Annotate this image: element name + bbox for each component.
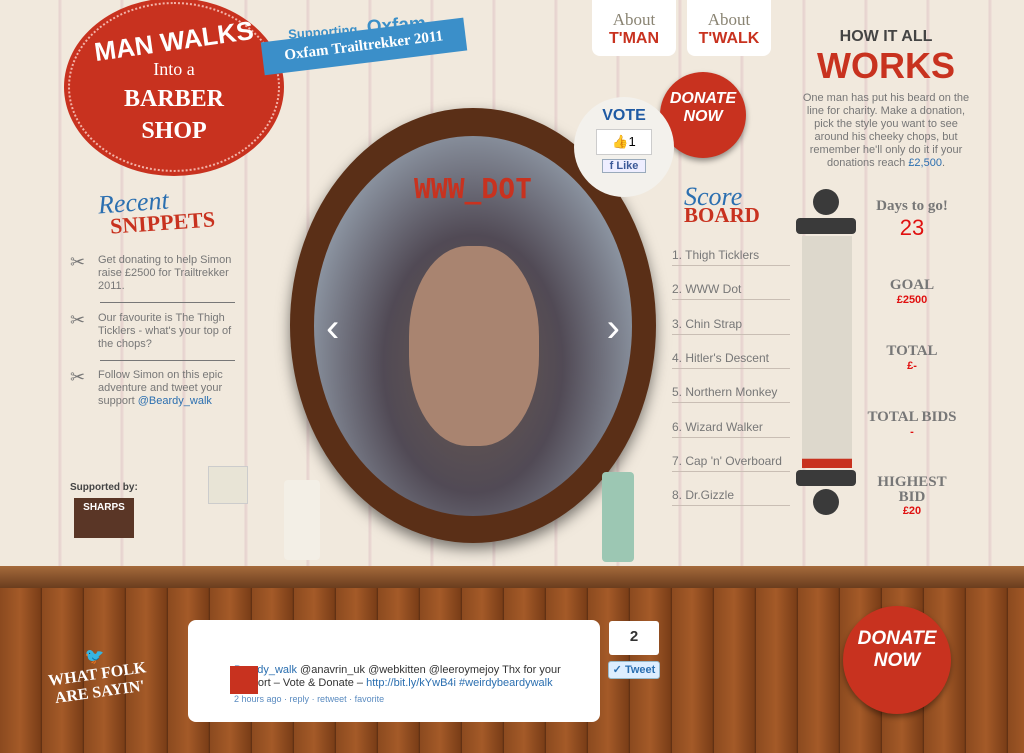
shelf: [0, 566, 1024, 588]
sponsor-logo[interactable]: SHARPS: [74, 498, 134, 538]
tweet-meta: 2 hours ago · reply · retweet · favorite: [234, 694, 385, 704]
barber-pole-progress: [796, 189, 856, 515]
tweet-avatar[interactable]: [230, 666, 258, 694]
how-heading: HOW IT ALL: [839, 28, 933, 45]
snippet-item: ✂ Our favourite is The Thigh Ticklers - w…: [70, 310, 240, 351]
scoreboard-item[interactable]: 4. Hitler's Descent: [672, 351, 790, 369]
pole-fill: [802, 458, 852, 468]
scoreboard-item[interactable]: 2. WWW Dot: [672, 282, 790, 301]
donate-label: DONATE: [669, 90, 737, 107]
nav-label: About: [707, 10, 751, 29]
aftershave-bottle: [602, 472, 634, 562]
nav-about-man[interactable]: About T'MAN: [592, 0, 676, 56]
tweet-count: 2: [609, 621, 659, 655]
donate-label: NOW: [873, 650, 921, 671]
man-portrait: [409, 246, 539, 446]
stat-value: 23: [899, 215, 925, 240]
pole-tube: [802, 236, 852, 468]
pole-bottom-cap: [796, 470, 856, 486]
retweet-link[interactable]: retweet: [317, 694, 347, 704]
next-arrow-icon[interactable]: ›: [607, 306, 620, 351]
nav-label: About: [612, 10, 656, 29]
stat-label: TOTAL: [886, 343, 938, 359]
twitter-handle-link[interactable]: @Beardy_walk: [138, 395, 212, 407]
tweet-body: Beardy_walk @anavrin_uk @webkitten @leer…: [234, 664, 590, 690]
pole-top-knob: [813, 189, 839, 215]
how-heading-bold: WORKS: [817, 45, 955, 86]
nav-about-walk[interactable]: About T'WALK: [687, 0, 771, 56]
logo-line: SHOP: [141, 118, 207, 144]
donate-label: DONATE: [857, 628, 937, 649]
how-it-works: HOW IT ALL WORKS One man has put his bea…: [800, 0, 972, 170]
nav-label: T'WALK: [698, 30, 760, 47]
scissors-icon: ✂: [70, 310, 86, 330]
how-description: One man has put his beard on the line fo…: [800, 92, 972, 170]
site-logo[interactable]: MAN WALKS Into a BARBER SHOP: [68, 2, 280, 172]
thumbs-up-icon: 👍: [612, 134, 629, 149]
stat-total: TOTAL £-: [866, 343, 958, 372]
stat-value: -: [910, 426, 914, 438]
stat-value: £20: [902, 505, 922, 517]
reply-link[interactable]: reply: [290, 694, 310, 704]
snippet-item: ✂ Follow Simon on this epic adventure and…: [70, 367, 240, 408]
stat-goal: GOAL £2500: [866, 277, 958, 306]
stat-label: BID: [898, 489, 926, 505]
tweet-time[interactable]: 2 hours ago: [234, 694, 282, 704]
scoreboard-item[interactable]: 5. Northern Monkey: [672, 385, 790, 404]
tweet-button-label: Tweet: [624, 664, 656, 676]
stat-label: Days to go!: [876, 198, 948, 214]
tweet-card: Beardy_walk @anavrin_uk @webkitten @leer…: [188, 620, 600, 722]
stat-label: TOTAL BIDS: [867, 409, 957, 425]
tweet-hashtag-link[interactable]: #weirdybeardywalk: [459, 677, 553, 689]
beard-style-viewer: WWW_DOT ‹ ›: [314, 136, 632, 516]
facebook-like-button[interactable]: f Like: [602, 159, 646, 173]
stat-highest-bid: HIGHEST BID £20: [866, 474, 958, 518]
tweet-url-link[interactable]: http://bit.ly/kYwB4i: [366, 677, 456, 689]
prev-arrow-icon[interactable]: ‹: [326, 306, 339, 351]
shaving-cream-tube: [284, 480, 320, 560]
stat-days: Days to go! 23: [866, 198, 958, 241]
divider: [100, 302, 235, 303]
stat-value: £2500: [896, 294, 928, 306]
vote-widget: VOTE 👍1 f Like: [574, 97, 674, 197]
snippet-text: Our favourite is The Thigh Ticklers - wh…: [98, 312, 232, 350]
nav-label: T'MAN: [608, 30, 659, 47]
tweet-button[interactable]: ✓ Tweet: [608, 661, 660, 679]
scissors-icon: ✂: [70, 367, 86, 387]
vote-title: VOTE: [602, 107, 646, 124]
like-label: Like: [616, 160, 639, 172]
stat-label: GOAL: [889, 277, 935, 293]
stat-label: HIGHEST: [877, 474, 947, 490]
scoreboard-item[interactable]: 3. Chin Strap: [672, 317, 790, 335]
scoreboard-item[interactable]: 1. Thigh Ticklers: [672, 248, 790, 266]
scoreboard-item[interactable]: 6. Wizard Walker: [672, 420, 790, 438]
like-count-value: 1: [628, 134, 636, 149]
scoreboard-item[interactable]: 7. Cap 'n' Overboard: [672, 454, 790, 472]
twitter-bird-icon: ✓: [612, 664, 625, 676]
supported-by-label: Supported by:: [70, 482, 138, 493]
scoreboard-item[interactable]: 8. Dr.Gizzle: [672, 488, 790, 507]
snippet-item: ✂ Get donating to help Simon raise £2500 …: [70, 252, 240, 293]
logo-line: BARBER: [123, 86, 225, 112]
stat-value: £-: [907, 360, 917, 372]
like-count: 👍1: [596, 129, 652, 155]
how-text-end: .: [941, 157, 946, 169]
divider: [100, 360, 235, 361]
favorite-link[interactable]: favorite: [355, 694, 385, 704]
snippet-text: Get donating to help Simon raise £2500 f…: [98, 254, 232, 292]
stat-total-bids: TOTAL BIDS -: [866, 409, 958, 438]
donate-now-button-footer[interactable]: DONATE NOW: [843, 606, 951, 714]
goal-link[interactable]: £2,500: [908, 157, 942, 169]
wall-socket: [208, 466, 248, 504]
scoreboard-title-bold: BOARD: [684, 203, 760, 227]
scissors-icon: ✂: [70, 252, 86, 272]
pole-top-cap: [796, 218, 856, 234]
pole-bottom-knob: [813, 489, 839, 515]
